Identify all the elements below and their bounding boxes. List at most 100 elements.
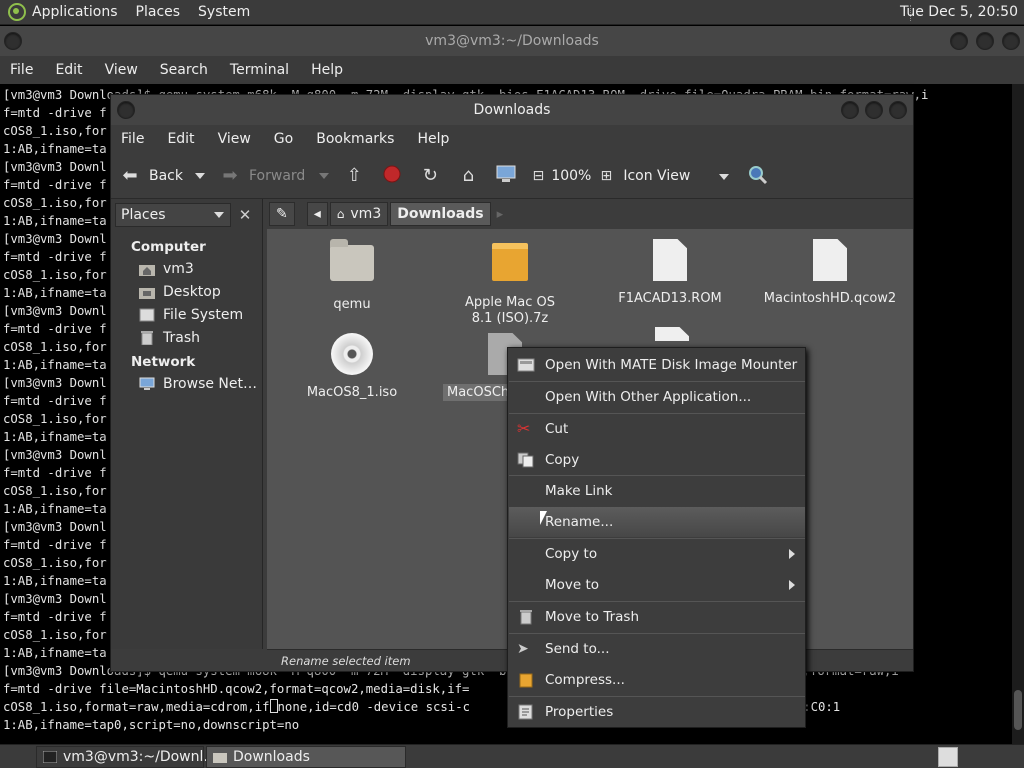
terminal-menu-edit[interactable]: Edit	[55, 62, 82, 78]
terminal-menu-file[interactable]: File	[10, 62, 33, 78]
document-icon-wrap	[650, 327, 694, 341]
file-item-label: MacOSCh	[443, 384, 514, 401]
terminal-icon	[42, 750, 58, 763]
terminal-menu-help[interactable]: Help	[311, 62, 343, 78]
file-manager-titlebar[interactable]: Downloads	[111, 95, 913, 125]
back-label: Back	[149, 167, 183, 184]
sidebar-close-icon[interactable]: ✕	[235, 205, 255, 225]
view-mode-label: Icon View	[623, 167, 691, 184]
fm-menu-view[interactable]: View	[218, 131, 251, 147]
task-downloads[interactable]: Downloads	[206, 745, 406, 768]
back-button[interactable]: ⬅ Back	[119, 165, 183, 187]
menu-item-properties[interactable]: Properties	[509, 697, 805, 727]
terminal-titlebar[interactable]: vm3@vm3:~/Downloads	[0, 26, 1024, 56]
reload-icon[interactable]: ↻	[419, 165, 441, 187]
sidebar-item-browse-network[interactable]: Browse Net…	[139, 376, 257, 392]
view-mode-select[interactable]: Icon View	[623, 167, 730, 184]
menu-item-compress[interactable]: Compress...	[509, 665, 805, 695]
task-label: vm3@vm3:~/Downl…	[63, 748, 218, 765]
back-history-dropdown[interactable]	[195, 172, 205, 179]
panel-menu-places[interactable]: Places	[136, 4, 181, 20]
menu-item-open-with-disk-mounter[interactable]: Open With MATE Disk Image Mounter	[509, 350, 805, 380]
panel-menu-system[interactable]: System	[198, 4, 250, 20]
file-item-f1acad13-rom[interactable]: F1ACAD13.ROM	[595, 239, 745, 307]
menu-item-copy-to[interactable]: Copy to	[509, 539, 805, 569]
forward-button[interactable]: ➡ Forward	[219, 165, 305, 187]
chevron-right-icon[interactable]: ▸	[497, 207, 504, 222]
search-icon[interactable]	[747, 165, 769, 187]
sidebar-item-label: File System	[163, 307, 244, 323]
terminal-menu-view[interactable]: View	[105, 62, 138, 78]
workspace-switcher[interactable]	[938, 747, 958, 767]
location-pathbar: ✎ ◂ ⌂ vm3 Downloads ▸	[269, 199, 913, 229]
forward-history-dropdown[interactable]	[319, 172, 330, 179]
menu-item-send-to[interactable]: ➤ Send to...	[509, 634, 805, 664]
folder-icon	[213, 751, 227, 763]
zoom-out-icon[interactable]: ⊟	[527, 165, 549, 187]
zoom-level[interactable]: 100%	[551, 168, 591, 184]
menu-item-move-to[interactable]: Move to	[509, 570, 805, 600]
edit-location-button[interactable]: ✎	[269, 202, 295, 226]
archive-icon-wrap	[488, 243, 532, 289]
fm-close-button[interactable]	[889, 101, 907, 119]
home-icon[interactable]: ⌂	[457, 165, 479, 187]
sidebar-heading-computer: Computer	[131, 239, 206, 255]
terminal-minimize-button[interactable]	[950, 32, 968, 50]
file-item-label: MacOS8_1.iso	[306, 385, 398, 400]
file-item-macintoshhd-qcow2[interactable]: MacintoshHD.qcow2	[755, 239, 905, 307]
fm-minimize-button[interactable]	[841, 101, 859, 119]
sidebar-item-vm3[interactable]: vm3	[139, 261, 194, 277]
zoom-in-icon[interactable]: ⊞	[595, 165, 617, 187]
file-item-qemu[interactable]: qemu	[277, 239, 427, 313]
context-menu: Open With MATE Disk Image Mounter Open W…	[507, 347, 806, 728]
file-manager-toolbar: ⬅ Back ➡ Forward ⇧ ↻ ⌂ ⊟ 100% ⊞ Icon Vie…	[111, 153, 913, 199]
terminal-close-button[interactable]	[1002, 32, 1020, 50]
home-folder-icon: ⌂	[336, 207, 345, 221]
menu-item-make-link[interactable]: Make Link	[509, 476, 805, 506]
disc-icon	[331, 333, 373, 375]
up-arrow-icon[interactable]: ⇧	[343, 165, 365, 187]
mate-logo-icon[interactable]	[8, 3, 26, 21]
path-label: vm3	[350, 206, 382, 222]
menu-item-rename[interactable]: Rename...	[509, 507, 805, 537]
fm-menu-go[interactable]: Go	[274, 131, 293, 147]
menu-item-copy[interactable]: Copy	[509, 445, 805, 475]
top-panel: Applications Places System Tue Dec 5, 20…	[0, 0, 1024, 25]
path-button-downloads[interactable]: Downloads	[390, 202, 491, 226]
menu-item-cut[interactable]: ✂ Cut	[509, 414, 805, 444]
file-item-apple-mac-os-7z[interactable]: Apple Mac OS 8.1 (ISO).7z	[435, 239, 585, 327]
terminal-window-menu-button[interactable]	[4, 32, 22, 50]
terminal-cursor	[269, 699, 278, 713]
blank-icon	[517, 546, 535, 562]
stop-icon[interactable]	[381, 165, 403, 187]
send-icon: ➤	[517, 641, 529, 657]
fm-menu-bookmarks[interactable]: Bookmarks	[316, 131, 394, 147]
task-terminal[interactable]: vm3@vm3:~/Downl…	[36, 745, 217, 768]
terminal-maximize-button[interactable]	[976, 32, 994, 50]
file-item-macos8-iso[interactable]: MacOS8_1.iso	[277, 333, 427, 401]
computer-icon[interactable]	[495, 165, 517, 187]
blank-icon	[517, 483, 535, 499]
menu-item-move-to-trash[interactable]: Move to Trash	[509, 602, 805, 632]
path-scroll-left-button[interactable]: ◂	[306, 202, 328, 226]
terminal-menu-search[interactable]: Search	[160, 62, 208, 78]
sidebar-item-file-system[interactable]: File System	[139, 307, 243, 323]
panel-clock[interactable]: Tue Dec 5, 20:50	[900, 4, 1018, 20]
sidebar-places-select[interactable]: Places	[115, 203, 231, 227]
file-item-partial[interactable]	[597, 327, 747, 347]
fm-maximize-button[interactable]	[865, 101, 883, 119]
fm-menu-help[interactable]: Help	[417, 131, 449, 147]
sidebar-item-trash[interactable]: Trash	[139, 330, 200, 346]
chevron-left-icon: ◂	[313, 206, 321, 222]
terminal-scrollbar-thumb[interactable]	[1014, 690, 1022, 730]
sidebar-item-desktop[interactable]: Desktop	[139, 284, 221, 300]
menu-item-open-with-other[interactable]: Open With Other Application...	[509, 382, 805, 412]
terminal-menu-terminal[interactable]: Terminal	[230, 62, 289, 78]
panel-menu-applications[interactable]: Applications	[32, 4, 118, 20]
terminal-scrollbar[interactable]	[1012, 84, 1024, 744]
fm-menu-edit[interactable]: Edit	[167, 131, 194, 147]
path-button-vm3[interactable]: ⌂ vm3	[329, 202, 389, 226]
fm-menu-file[interactable]: File	[121, 131, 144, 147]
scissors-icon: ✂	[517, 419, 531, 438]
fm-window-menu-button[interactable]	[117, 101, 135, 119]
